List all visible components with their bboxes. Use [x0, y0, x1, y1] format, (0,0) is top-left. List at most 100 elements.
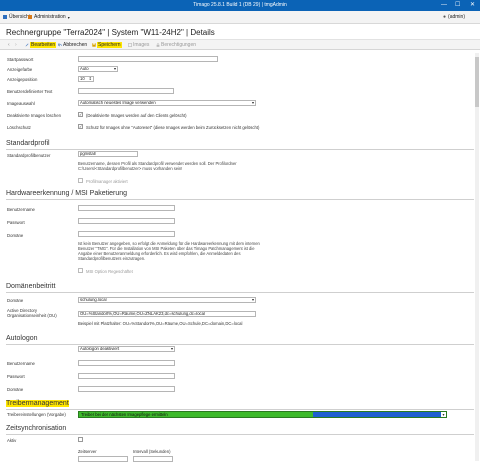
user-menu[interactable]: ● (admin) — [443, 14, 465, 20]
close-icon[interactable]: ✕ — [470, 1, 475, 9]
save-button[interactable]: Speichern — [92, 42, 122, 48]
section-treibermanagement: Treibermanagement — [6, 400, 69, 407]
standardprofil-label: Standardprofilbenutzer — [7, 153, 51, 158]
imageauswahl-value: Automatisch neuestes Image verwenden — [80, 100, 156, 105]
loeschschutz-text: Schutz für Images ohne "Autoreset" (dies… — [86, 125, 260, 130]
benutzertext-input[interactable] — [78, 88, 174, 94]
profilmanager-checkbox[interactable] — [78, 178, 83, 183]
domaene-label: Domäne — [7, 298, 24, 303]
hw-domaene-input[interactable] — [78, 231, 175, 237]
anzeigeposition-stepper[interactable]: 10 ⇕ — [78, 76, 94, 82]
menu-uebersicht[interactable]: Übersicht — [3, 14, 30, 20]
window-title: Timago 25.8.1 Build 1 (DB 29) | tmgAdmin — [193, 2, 287, 8]
autologon-value: Autologon deaktiviert — [80, 346, 120, 351]
loeschschutz-checkbox[interactable]: ✓ — [78, 124, 83, 129]
save-icon — [92, 43, 96, 47]
anzeigeposition-value: 10 — [80, 76, 85, 81]
treiber-label: Treibereinstellungen (Vorgabe) — [7, 412, 66, 417]
hw-passwort-input[interactable] — [78, 218, 175, 224]
chevron-down-icon: ▾ — [441, 412, 446, 417]
standardprofil-note-2: C:\Users\<Standardprofilbenutzer> muss v… — [78, 166, 183, 171]
benutzertext-label: Benutzerdefinierter Text — [7, 89, 53, 94]
cancel-label: Abbrechen — [63, 42, 88, 48]
al-passwort-input[interactable] — [78, 373, 175, 379]
chevron-down-icon: ▾ — [113, 66, 116, 71]
section-zeitsynchronisation: Zeitsynchronisation — [6, 425, 67, 432]
deaktivierte-label: Deaktivierte Images löschen — [7, 113, 61, 118]
startpasswort-input[interactable] — [78, 56, 218, 62]
msi-option-label: MSI Option Regeschäftet — [86, 269, 133, 274]
chevron-down-icon: ▾ — [67, 14, 70, 20]
al-passwort-label: Passwort — [7, 374, 25, 379]
zeitsync-col-intervall: Intervall (Sekunden) — [133, 449, 171, 454]
intervall-input[interactable] — [133, 456, 173, 462]
autologon-select[interactable]: Autologon deaktiviert ▾ — [78, 346, 175, 352]
al-benutzername-input[interactable] — [78, 360, 175, 366]
domaene-value: schulung.local — [80, 297, 107, 302]
forward-icon: › — [15, 42, 17, 48]
ad-label-2: Organisationseinheit (OU) — [7, 313, 57, 318]
al-domaene-label: Domäne — [7, 387, 24, 392]
image-icon — [128, 43, 132, 47]
profilmanager-label: Profilmanager aktiviert — [86, 179, 128, 184]
chevron-down-icon: ▾ — [251, 100, 254, 105]
anzeigefarbe-select[interactable]: Auto ▾ — [78, 66, 118, 72]
hw-domaene-label: Domäne — [7, 233, 24, 238]
anzeigeposition-label: Anzeigeposition — [7, 77, 38, 82]
permissions-button: Berechtigungen — [156, 42, 196, 48]
undo-icon — [58, 43, 62, 47]
save-label: Speichern — [97, 42, 122, 48]
user-name: (admin) — [448, 14, 465, 20]
hw-benutzername-input[interactable] — [78, 205, 175, 211]
zeitserver-input[interactable] — [78, 456, 128, 462]
divider — [6, 199, 474, 200]
back-icon[interactable]: ‹ — [8, 42, 10, 48]
lock-icon — [156, 43, 160, 47]
section-hardwareerkennung: Hardwareerkennung / MSI Paketierung — [6, 190, 128, 197]
zeitsync-aktiv-label: Aktiv — [7, 438, 17, 443]
hw-benutzername-label: Benutzername — [7, 207, 35, 212]
window-titlebar: Timago 25.8.1 Build 1 (DB 29) | tmgAdmin… — [0, 0, 480, 11]
deaktivierte-checkbox[interactable]: ✓ — [78, 112, 83, 117]
ad-ou-input[interactable]: OU=%Standort%,OU=Räume,OU=ZNLAK23,dc=sch… — [78, 311, 256, 317]
maximize-icon[interactable]: ☐ — [455, 1, 460, 9]
imageauswahl-select[interactable]: Automatisch neuestes Image verwenden ▾ — [78, 100, 256, 106]
treiber-title: Treibermanagement — [6, 400, 69, 407]
menu-administration[interactable]: Administration ▾ — [28, 14, 70, 20]
chevron-down-icon: ▾ — [251, 297, 254, 302]
edit-button[interactable]: Bearbeiten — [25, 42, 57, 48]
menubar: Übersicht Administration ▾ ● (admin) — [0, 11, 480, 24]
deaktivierte-text: (Deaktivierte Images werden auf den Clie… — [86, 113, 187, 118]
divider — [6, 344, 474, 345]
edit-label: Bearbeiten — [30, 42, 57, 48]
administration-icon — [28, 15, 32, 19]
minimize-icon[interactable]: — — [441, 1, 447, 9]
chevron-down-icon: ▾ — [170, 346, 173, 351]
menu-uebersicht-label: Übersicht — [9, 14, 31, 20]
treiber-value: Treiber bei der nächsten Imagepflege erm… — [81, 412, 168, 417]
toolbar: ‹ › Bearbeiten Abbrechen Speichern Image… — [0, 39, 480, 50]
imageauswahl-label: Imageauswahl — [7, 101, 35, 106]
treiber-select[interactable]: Treiber bei der nächsten Imagepflege erm… — [78, 411, 447, 418]
divider — [6, 292, 474, 293]
pencil-icon — [25, 43, 29, 47]
zeitsync-aktiv-checkbox[interactable] — [78, 437, 83, 442]
divider — [6, 434, 474, 435]
images-label: Images — [133, 42, 150, 48]
section-standardprofil: Standardprofil — [6, 140, 50, 147]
zeitsync-col-zeitserver: Zeitserver — [78, 449, 97, 454]
msi-option-checkbox[interactable] — [78, 268, 83, 273]
startpasswort-label: Startpasswort — [7, 57, 34, 62]
loeschschutz-label: Löschschutz — [7, 125, 31, 130]
anzeigefarbe-label: Anzeigefarbe — [7, 67, 33, 72]
vertical-scrollbar[interactable] — [475, 53, 479, 461]
domaene-select[interactable]: schulung.local ▾ — [78, 297, 256, 303]
standardprofil-input[interactable]: pgmstall — [78, 151, 138, 157]
al-domaene-input[interactable] — [78, 386, 175, 392]
images-button: Images — [128, 42, 149, 48]
divider — [6, 149, 474, 150]
al-benutzername-label: Benutzername — [7, 361, 35, 366]
cancel-button[interactable]: Abbrechen — [58, 42, 87, 48]
scrollbar-thumb[interactable] — [475, 57, 479, 107]
user-icon: ● — [443, 14, 447, 20]
